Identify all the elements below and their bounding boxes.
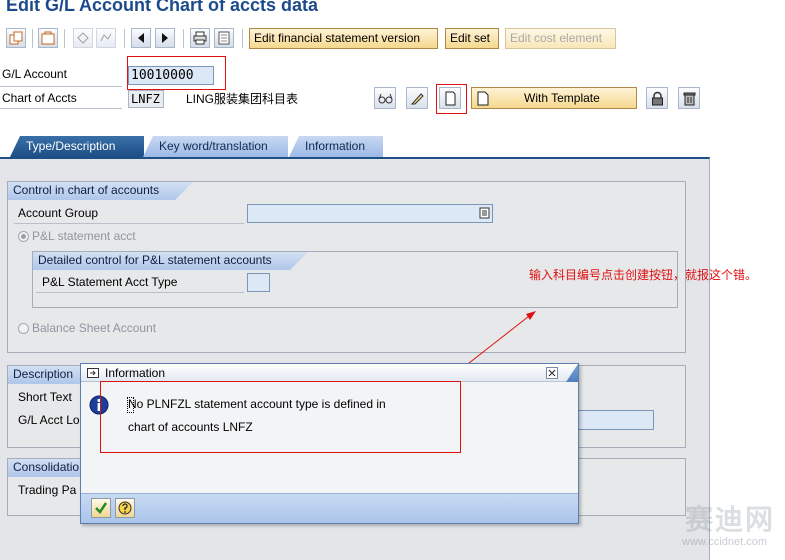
chart-of-accts-label: Chart of Accts	[2, 91, 77, 105]
pl-acct-type-input[interactable]	[247, 273, 270, 292]
application-toolbar: Edit financial statement version Edit se…	[0, 26, 785, 52]
with-template-button[interactable]: With Template	[471, 87, 637, 109]
confirm-check-icon[interactable]	[91, 498, 111, 518]
disabled-action-icon[interactable]	[73, 28, 93, 48]
edit-set-button[interactable]: Edit set	[445, 28, 499, 49]
dialog-window-icon	[87, 368, 99, 378]
edit-fs-version-button[interactable]: Edit financial statement version	[249, 28, 438, 49]
glasses-display-icon[interactable]	[374, 87, 396, 109]
information-dialog: Information No PLNFZL statement account …	[80, 363, 579, 524]
tab-type-description[interactable]: Type/Description	[10, 136, 144, 157]
previous-arrow-icon[interactable]	[131, 28, 151, 48]
gl-account-label: G/L Account	[2, 67, 67, 81]
detail-control-heading: Detailed control for P&L statement accou…	[33, 252, 308, 270]
edit-cost-element-button[interactable]: Edit cost element	[505, 28, 616, 49]
tab-strip: Type/Description Key word/translation In…	[0, 136, 785, 157]
pl-statement-radio[interactable]	[18, 231, 29, 242]
annotation-text: 输入科目编号点击创建按钮，就报这个错。	[529, 268, 758, 282]
dialog-message-highlight	[100, 381, 461, 453]
disabled-action-icon-2[interactable]	[96, 28, 116, 48]
chart-of-accts-value: LNFZ	[128, 90, 164, 108]
tab-keyword-translation[interactable]: Key word/translation	[143, 136, 288, 157]
help-icon[interactable]	[115, 498, 135, 518]
watermark-logo: 赛迪网	[684, 503, 775, 536]
balance-sheet-label: Balance Sheet Account	[32, 321, 157, 335]
short-text-label: Short Text	[18, 390, 72, 404]
balance-sheet-radio[interactable]	[18, 323, 29, 334]
pencil-edit-icon[interactable]	[406, 87, 428, 109]
gl-account-highlight	[127, 56, 226, 90]
print-icon[interactable]	[190, 28, 210, 48]
switch-display-change-icon[interactable]	[6, 28, 26, 48]
account-group-select[interactable]	[247, 204, 493, 223]
long-text-label: G/L Acct Lo	[18, 413, 80, 427]
watermark-url: www.ccidnet.com	[682, 536, 767, 548]
trading-partner-label: Trading Pa	[18, 483, 77, 497]
tab-information[interactable]: Information	[289, 136, 383, 157]
dialog-footer	[81, 493, 578, 523]
dialog-title: Information	[105, 366, 166, 380]
create-button-highlight	[436, 84, 467, 114]
document-icon[interactable]	[214, 28, 234, 48]
trash-icon[interactable]	[678, 87, 700, 109]
dialog-titlebar: Information	[81, 364, 578, 382]
pl-acct-type-label: P&L Statement Acct Type	[42, 275, 178, 289]
account-group-label: Account Group	[18, 206, 99, 220]
lock-icon[interactable]	[646, 87, 668, 109]
control-group-heading: Control in chart of accounts	[8, 182, 193, 200]
next-arrow-icon[interactable]	[155, 28, 175, 48]
page-title: Edit G/L Account Chart of accts data	[6, 0, 319, 15]
dropdown-list-icon[interactable]	[479, 207, 490, 219]
other-object-icon[interactable]	[38, 28, 58, 48]
chart-description: LING服装集团科目表	[186, 92, 299, 106]
document-icon	[477, 91, 489, 106]
close-icon[interactable]	[546, 367, 558, 379]
pl-statement-label: P&L statement acct	[32, 229, 136, 243]
